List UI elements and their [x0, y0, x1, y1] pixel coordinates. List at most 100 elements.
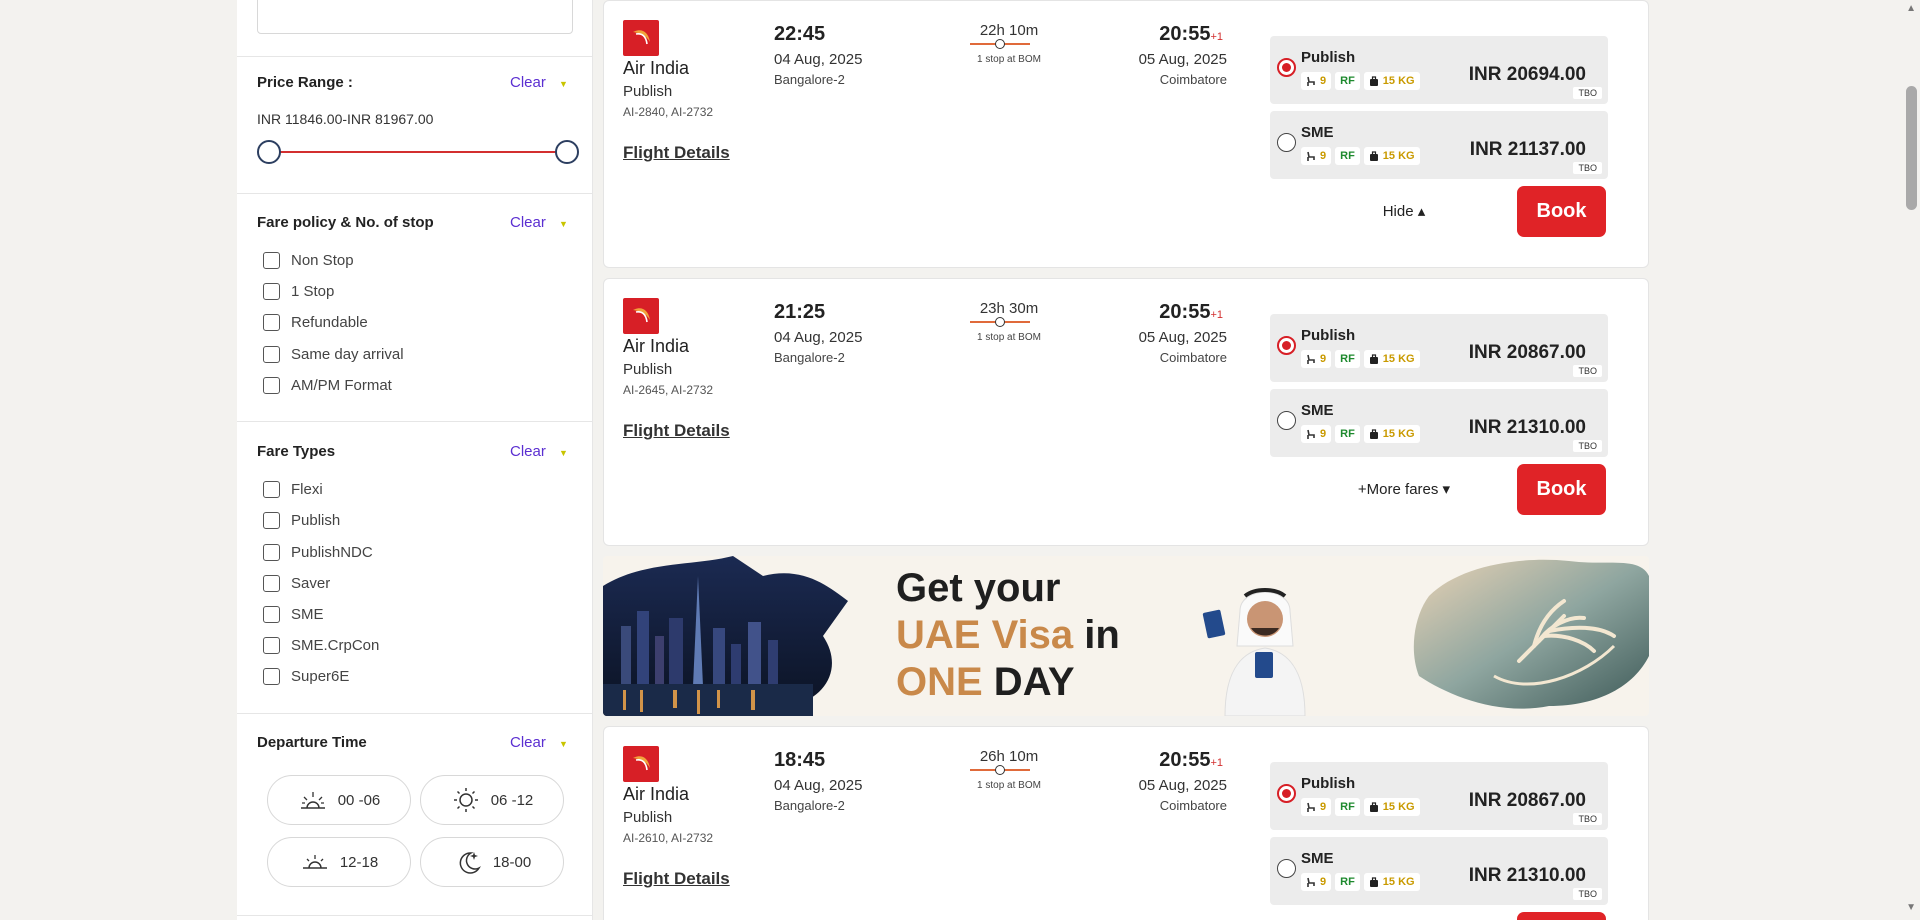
checkbox-am-pm-format[interactable]: AM/PM Format — [263, 375, 392, 395]
departure-time: 22:45 — [774, 23, 826, 45]
scroll-down-icon[interactable]: ▼ — [1906, 902, 1916, 913]
stop-dot — [995, 317, 1005, 327]
departure-time-clear-button[interactable]: Clear — [510, 734, 546, 751]
flight-card: Air India Publish AI-2645, AI-2732 Fligh… — [603, 278, 1649, 546]
flight-details-link[interactable]: Flight Details — [623, 421, 730, 441]
banner-highlight: ONE — [896, 660, 983, 704]
fare-radio[interactable] — [1277, 133, 1296, 152]
fare-name: SME — [1301, 124, 1334, 141]
fare-source-badge: TBO — [1573, 888, 1602, 900]
checkbox-sme-crpcon[interactable]: SME.CrpCon — [263, 635, 379, 655]
checkbox[interactable] — [263, 282, 280, 300]
arrival-time-value: 20:55 — [1159, 749, 1211, 771]
checkbox-saver[interactable]: Saver — [263, 573, 330, 593]
fare-option[interactable]: Publish 9 RF 15 KG INR 20694.00 TBO — [1270, 36, 1608, 104]
airline-name: Air India — [623, 336, 690, 356]
fare-source-badge: TBO — [1573, 440, 1602, 452]
baggage-tag: 15 KG — [1363, 873, 1420, 891]
checkbox-same-day-arrival[interactable]: Same day arrival — [263, 344, 404, 364]
flight-numbers: AI-2610, AI-2732 — [623, 831, 714, 845]
chevron-down-icon[interactable]: ▼ — [559, 79, 568, 89]
chevron-down-icon[interactable]: ▼ — [559, 739, 568, 749]
page-scrollbar[interactable]: ▲ ▼ — [1903, 0, 1920, 920]
flight-duration: 23h 30m — [979, 300, 1039, 317]
next-day-indicator: +1 — [1210, 757, 1223, 769]
flight-details-link[interactable]: Flight Details — [623, 869, 730, 889]
arrival-time-value: 20:55 — [1159, 23, 1211, 45]
checkbox[interactable] — [263, 251, 280, 269]
time-slot-12-18[interactable]: 12-18 — [267, 837, 411, 887]
price-range-clear-button[interactable]: Clear — [510, 74, 546, 91]
checkbox-sme[interactable]: SME — [263, 604, 324, 624]
checkbox[interactable] — [263, 605, 280, 623]
fare-policy-clear-button[interactable]: Clear — [510, 214, 546, 231]
checkbox[interactable] — [263, 574, 280, 592]
fare-option[interactable]: Publish 9 RF 15 KG INR 20867.00 TBO — [1270, 314, 1608, 382]
fare-option[interactable]: SME 9 RF 15 KG INR 21310.00 TBO — [1270, 389, 1608, 457]
seats-tag: 9 — [1301, 873, 1332, 891]
price-slider-track[interactable] — [269, 151, 567, 153]
book-button[interactable] — [1517, 912, 1606, 920]
time-slot-18-00[interactable]: 18-00 — [420, 837, 564, 887]
scroll-up-icon[interactable]: ▲ — [1906, 3, 1916, 14]
refundable-tag: RF — [1335, 425, 1360, 443]
checkbox[interactable] — [263, 667, 280, 685]
uae-visa-banner[interactable]: Get your UAE Visa in ONE DAY — [603, 556, 1649, 716]
fare-radio[interactable] — [1277, 336, 1296, 355]
checkbox-label: 1 Stop — [291, 282, 335, 300]
time-slot-06-12[interactable]: 06 -12 — [420, 775, 564, 825]
chevron-down-icon[interactable]: ▼ — [559, 448, 568, 458]
checkbox-1-stop[interactable]: 1 Stop — [263, 281, 334, 301]
price-range-value: INR 11846.00-INR 81967.00 — [257, 111, 434, 127]
checkbox-label: Publish — [291, 511, 341, 529]
seat-icon — [1307, 151, 1315, 161]
checkbox[interactable] — [263, 511, 280, 529]
price-slider-min-handle[interactable] — [257, 140, 281, 164]
baggage-weight: 15 KG — [1382, 150, 1415, 162]
checkbox-super6e[interactable]: Super6E — [263, 666, 349, 686]
checkbox-publish[interactable]: Publish — [263, 510, 340, 530]
price-slider-max-handle[interactable] — [555, 140, 579, 164]
checkbox-refundable[interactable]: Refundable — [263, 312, 368, 332]
checkbox[interactable] — [263, 345, 280, 363]
checkbox-flexi[interactable]: Flexi — [263, 479, 323, 499]
seats-count: 9 — [1320, 75, 1327, 87]
book-button[interactable]: Book — [1517, 464, 1606, 515]
checkbox[interactable] — [263, 636, 280, 654]
baggage-tag: 15 KG — [1363, 798, 1420, 816]
fare-option[interactable]: SME 9 RF 15 KG INR 21310.00 TBO — [1270, 837, 1608, 905]
fare-price: INR 20694.00 — [1468, 64, 1586, 85]
stops-info: 1 stop at BOM — [977, 332, 1041, 343]
fare-option[interactable]: SME 9 RF 15 KG INR 21137.00 TBO — [1270, 111, 1608, 179]
departure-time-title: Departure Time — [257, 734, 367, 751]
checkbox[interactable] — [263, 376, 280, 394]
flight-details-link[interactable]: Flight Details — [623, 143, 730, 163]
fare-radio[interactable] — [1277, 411, 1296, 430]
departure-city: Bangalore-2 — [774, 72, 845, 87]
book-button[interactable]: Book — [1517, 186, 1606, 237]
fare-option[interactable]: Publish 9 RF 15 KG INR 20867.00 TBO — [1270, 762, 1608, 830]
hide-fares-toggle[interactable]: Hide ▴ — [1324, 202, 1484, 220]
time-slot-label: 12-18 — [339, 853, 379, 871]
checkbox-non-stop[interactable]: Non Stop — [263, 250, 354, 270]
stop-dot — [995, 39, 1005, 49]
checkbox-label: Same day arrival — [291, 345, 404, 363]
chevron-down-icon[interactable]: ▼ — [559, 219, 568, 229]
seats-count: 9 — [1320, 801, 1327, 813]
fare-radio[interactable] — [1277, 58, 1296, 77]
more-fares-toggle[interactable]: +More fares ▾ — [1324, 480, 1484, 498]
checkbox[interactable] — [263, 543, 280, 561]
seats-count: 9 — [1320, 876, 1327, 888]
checkbox-publishndc[interactable]: PublishNDC — [263, 542, 373, 562]
fare-radio[interactable] — [1277, 859, 1296, 878]
fare-radio[interactable] — [1277, 784, 1296, 803]
seats-tag: 9 — [1301, 350, 1332, 368]
seat-icon — [1307, 76, 1315, 86]
checkbox[interactable] — [263, 313, 280, 331]
time-slot-00-06[interactable]: 00 -06 — [267, 775, 411, 825]
fare-types-clear-button[interactable]: Clear — [510, 443, 546, 460]
scrollbar-thumb[interactable] — [1906, 86, 1917, 210]
fare-name: SME — [1301, 850, 1334, 867]
checkbox[interactable] — [263, 480, 280, 498]
baggage-tag: 15 KG — [1363, 425, 1420, 443]
